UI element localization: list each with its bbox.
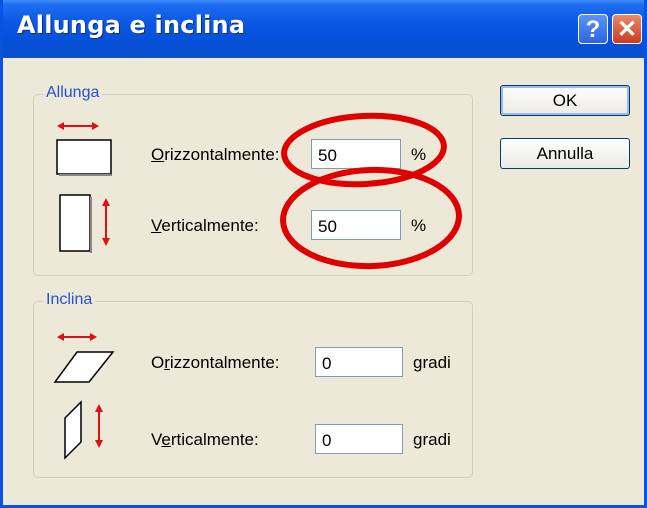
annotation-ellipse-vertical	[280, 166, 462, 270]
stretch-skew-dialog: Allunga e inclina ? ✕ Allunga Orizzontal…	[0, 0, 647, 508]
